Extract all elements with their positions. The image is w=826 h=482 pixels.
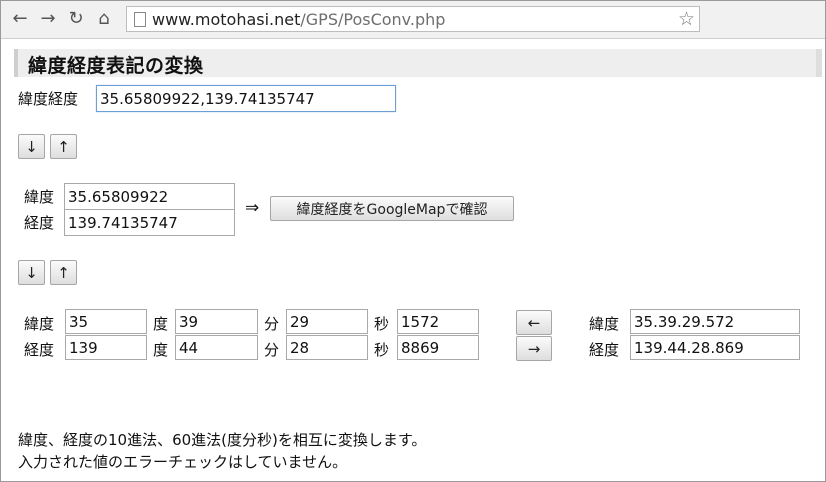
- convert-to-dotted-button[interactable]: →: [516, 336, 552, 361]
- lng-second-input[interactable]: [286, 335, 368, 360]
- lng-degree-unit: 度: [153, 341, 169, 359]
- dms-lng-label: 経度: [24, 341, 55, 359]
- combined-label: 緯度経度: [18, 90, 79, 108]
- convert-up-button-2[interactable]: ↑: [50, 260, 77, 285]
- decimal-lng-label: 経度: [24, 214, 55, 232]
- description-line-1: 緯度、経度の10進法、60進法(度分秒)を相互に変換します。: [18, 431, 427, 449]
- convert-to-dms-button[interactable]: ←: [516, 310, 552, 335]
- bookmark-star-icon[interactable]: ☆: [678, 8, 695, 30]
- address-bar[interactable]: www.motohasi.net/GPS/PosConv.php ☆: [126, 6, 700, 32]
- lat-minute-unit: 分: [264, 315, 280, 333]
- lat-degree-input[interactable]: [65, 309, 147, 334]
- page-heading: 緯度経度表記の変換: [14, 49, 822, 77]
- lat-degree-unit: 度: [153, 315, 169, 333]
- lng-minute-unit: 分: [264, 341, 280, 359]
- lng-minute-input[interactable]: [175, 335, 258, 360]
- lat-second-unit: 秒: [374, 315, 390, 333]
- lat-second-input[interactable]: [286, 309, 368, 334]
- dotted-lng-input[interactable]: [630, 335, 800, 360]
- dotted-lat-label: 緯度: [589, 315, 620, 333]
- lat-minute-input[interactable]: [175, 309, 258, 334]
- url-path: /GPS/PosConv.php: [300, 10, 446, 29]
- menu-area: [713, 10, 821, 30]
- url-text: www.motohasi.net/GPS/PosConv.php: [152, 10, 445, 29]
- page-title: 緯度経度表記の変換: [28, 55, 204, 77]
- description: 緯度、経度の10進法、60進法(度分秒)を相互に変換します。 入力された値のエラ…: [18, 429, 426, 473]
- convert-up-button-1[interactable]: ↑: [50, 134, 77, 159]
- dms-lat-label: 緯度: [24, 315, 55, 333]
- home-icon[interactable]: ⌂: [93, 9, 115, 29]
- convert-down-button-1[interactable]: ↓: [18, 134, 45, 159]
- reload-icon[interactable]: ↻: [65, 9, 87, 29]
- combined-latlng-input[interactable]: [96, 85, 396, 112]
- forward-icon[interactable]: →: [37, 9, 59, 29]
- dotted-lat-input[interactable]: [630, 309, 800, 334]
- description-line-2: 入力された値のエラーチェックはしていません。: [18, 453, 348, 471]
- lng-second-fraction-input[interactable]: [397, 335, 479, 360]
- arrow-right-symbol: ⇒: [245, 198, 260, 218]
- decimal-lng-input[interactable]: [64, 209, 235, 236]
- decimal-lat-label: 緯度: [24, 188, 55, 206]
- back-icon[interactable]: ←: [9, 9, 31, 29]
- lng-second-unit: 秒: [374, 341, 390, 359]
- decimal-lat-input[interactable]: [64, 183, 235, 210]
- browser-toolbar: ← → ↻ ⌂ www.motohasi.net/GPS/PosConv.php…: [1, 1, 825, 39]
- lat-second-fraction-input[interactable]: [397, 309, 479, 334]
- lng-degree-input[interactable]: [65, 335, 147, 360]
- url-host: www.motohasi.net: [152, 10, 301, 29]
- google-map-button[interactable]: 緯度経度をGoogleMapで確認: [270, 196, 514, 221]
- convert-down-button-2[interactable]: ↓: [18, 260, 45, 285]
- page-icon: [134, 12, 146, 27]
- dotted-lng-label: 経度: [589, 341, 620, 359]
